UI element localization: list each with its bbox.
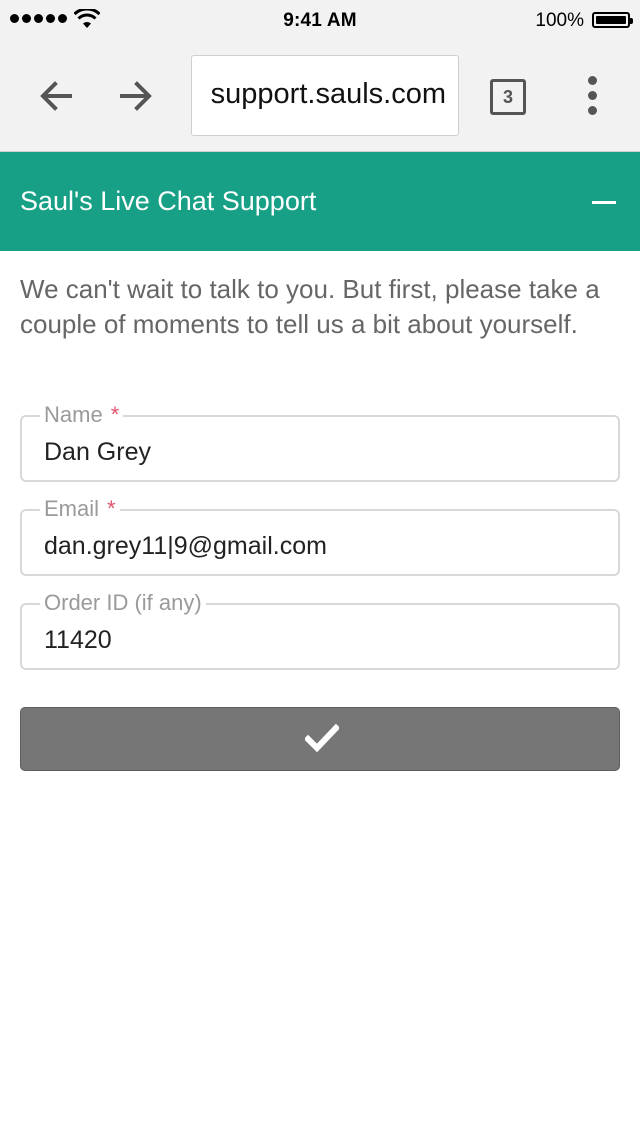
back-arrow-icon [40,81,72,111]
back-button[interactable] [34,74,78,118]
email-input[interactable] [44,529,594,563]
required-indicator: * [107,496,116,521]
forward-button[interactable] [114,74,158,118]
minimize-icon[interactable] [590,186,620,216]
page: 9:41 AM 100% support.sauls.com 3 Saul's … [0,0,640,1136]
checkmark-icon [305,723,339,753]
browser-toolbar: support.sauls.com 3 [0,40,640,152]
chat-header: Saul's Live Chat Support [0,152,640,251]
address-bar[interactable]: support.sauls.com [191,55,459,136]
tabs-icon[interactable]: 3 [490,79,526,115]
name-input[interactable] [44,435,594,469]
url-text: support.sauls.com [210,78,446,110]
email-label: Email * [40,496,120,522]
status-bar: 9:41 AM 100% [0,0,640,40]
order-id-input[interactable] [44,623,594,657]
email-field: Email * [20,496,620,576]
order-id-field: Order ID (if any) [20,590,620,670]
name-label: Name * [40,402,124,428]
required-indicator: * [110,402,120,427]
order-id-label: Order ID (if any) [40,590,206,616]
forward-arrow-icon [120,81,152,111]
name-field: Name * [20,402,620,482]
intro-text: We can't wait to talk to you. But first,… [20,274,600,339]
submit-button[interactable] [20,707,620,771]
chat-title: Saul's Live Chat Support [20,186,317,216]
battery-icon [592,12,633,28]
overflow-menu-icon[interactable] [580,76,606,116]
battery-percentage: 100% [535,10,584,31]
